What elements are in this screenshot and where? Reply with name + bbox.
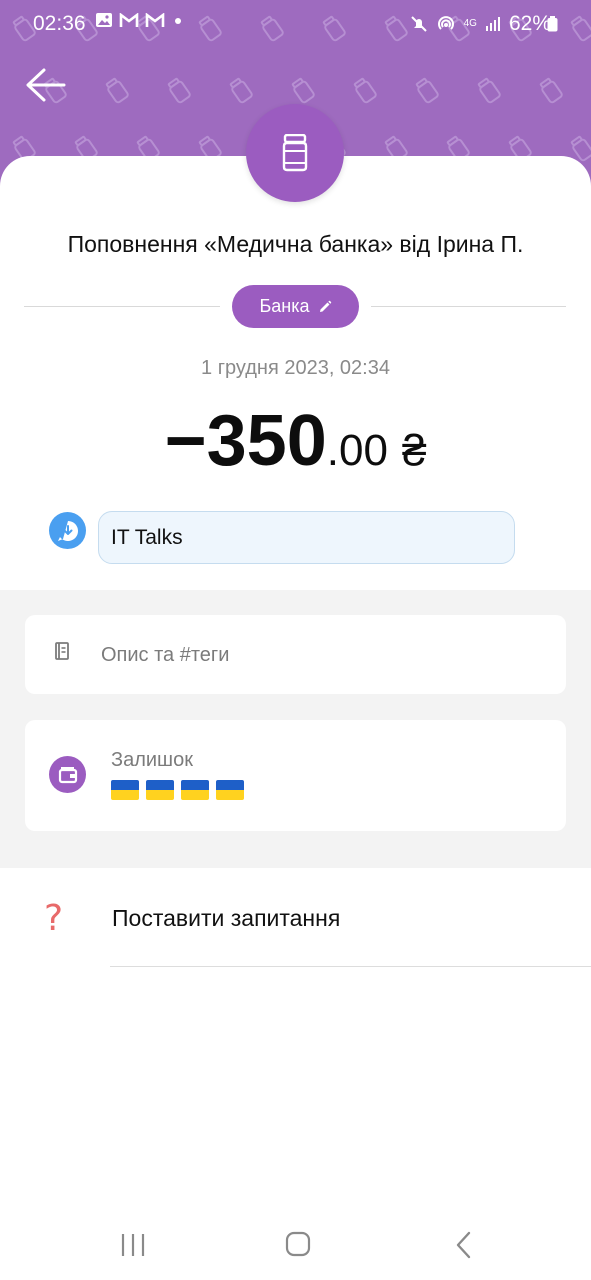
pattern-jar-icon [570, 135, 591, 163]
ask-question-button[interactable]: ? Поставити запитання [0, 880, 591, 967]
incoming-message-icon [49, 512, 86, 549]
network-type: 4G [463, 18, 477, 29]
status-bar: 02:36 4G 62% [0, 0, 591, 46]
pattern-jar-icon [539, 77, 564, 105]
jar-icon [282, 134, 308, 172]
message-text: IT Talks [111, 525, 183, 549]
dot-icon [175, 18, 181, 24]
ukraine-flag-icon [146, 780, 174, 800]
balance-label: Залишок [111, 749, 193, 771]
row-divider [110, 966, 591, 967]
description-field[interactable]: Опис та #теги [25, 615, 566, 694]
divider-right [371, 306, 566, 307]
ukraine-flag-icon [216, 780, 244, 800]
currency-symbol: ₴ [401, 426, 427, 475]
balance-value-flags [111, 780, 244, 800]
description-placeholder: Опис та #теги [101, 644, 230, 666]
status-time: 02:36 [33, 12, 86, 35]
signal-icon [485, 17, 500, 31]
divider-left [24, 306, 220, 307]
transaction-title: Поповнення «Медична банка» від Ірина П. [67, 231, 524, 257]
recent-apps-icon[interactable] [113, 1228, 153, 1262]
system-navbar [0, 1210, 591, 1280]
pattern-jar-icon [415, 77, 440, 105]
balance-card: Залишок [25, 720, 566, 831]
battery-icon [547, 16, 558, 32]
pattern-jar-icon [353, 77, 378, 105]
pattern-jar-icon [105, 77, 130, 105]
ask-question-label: Поставити запитання [112, 905, 341, 931]
gmail-icon [119, 12, 139, 27]
back-icon[interactable] [444, 1228, 484, 1262]
amount-integer: −350 [164, 401, 327, 481]
wallet-icon [49, 756, 86, 793]
amount-cents: .00 [326, 426, 388, 475]
pattern-jar-icon [291, 77, 316, 105]
home-icon[interactable] [278, 1228, 318, 1262]
hotspot-icon [437, 16, 454, 30]
battery-percent: 62% [508, 12, 551, 35]
status-system: 4G 62% [410, 12, 551, 36]
notes-icon [55, 642, 69, 660]
question-icon: ? [44, 898, 64, 939]
pattern-jar-icon [229, 77, 254, 105]
gmail-icon [145, 12, 165, 27]
jar-badge [246, 104, 344, 202]
download-icon [57, 520, 78, 541]
transaction-amount: −350.00 ₴ [0, 400, 591, 482]
category-label: Банка [259, 296, 310, 316]
ukraine-flag-icon [181, 780, 209, 800]
pencil-icon [319, 300, 331, 312]
ukraine-flag-icon [111, 780, 139, 800]
pattern-jar-icon [167, 77, 192, 105]
message-bubble: IT Talks [98, 511, 515, 564]
transaction-datetime: 1 грудня 2023, 02:34 [201, 357, 390, 379]
mute-icon [410, 16, 427, 32]
pattern-jar-icon [477, 77, 502, 105]
category-chip[interactable]: Банка [232, 285, 359, 328]
back-arrow-icon[interactable] [24, 66, 66, 104]
status-notifications [95, 12, 185, 28]
gallery-icon [96, 13, 112, 27]
